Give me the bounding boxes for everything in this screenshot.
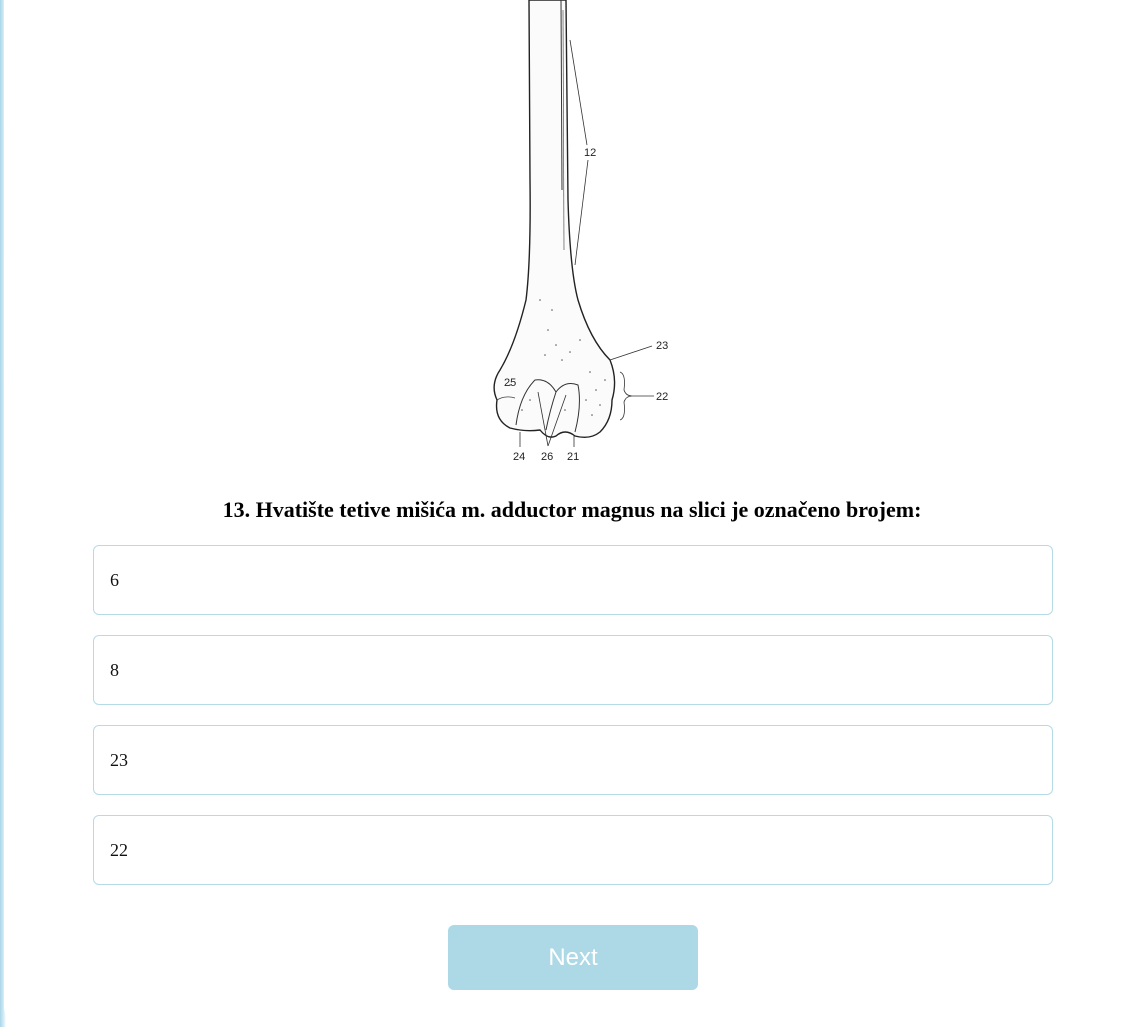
label-21: 21 (567, 451, 579, 463)
answer-option[interactable]: 6 (93, 545, 1053, 615)
femur-illustration: 12 23 22 25 24 26 21 (493, 0, 668, 463)
label-23: 23 (656, 340, 668, 352)
answer-options: 6 8 23 22 (93, 545, 1053, 905)
label-25: 25 (504, 377, 516, 389)
next-button[interactable]: Next (448, 925, 698, 990)
answer-option[interactable]: 23 (93, 725, 1053, 795)
label-24: 24 (513, 451, 525, 463)
question-text: 13. Hvatište tetive mišića m. adductor m… (222, 497, 922, 522)
label-22: 22 (656, 391, 668, 403)
label-26: 26 (541, 451, 553, 463)
label-12: 12 (584, 147, 596, 159)
answer-option[interactable]: 22 (93, 815, 1053, 885)
answer-option[interactable]: 8 (93, 635, 1053, 705)
